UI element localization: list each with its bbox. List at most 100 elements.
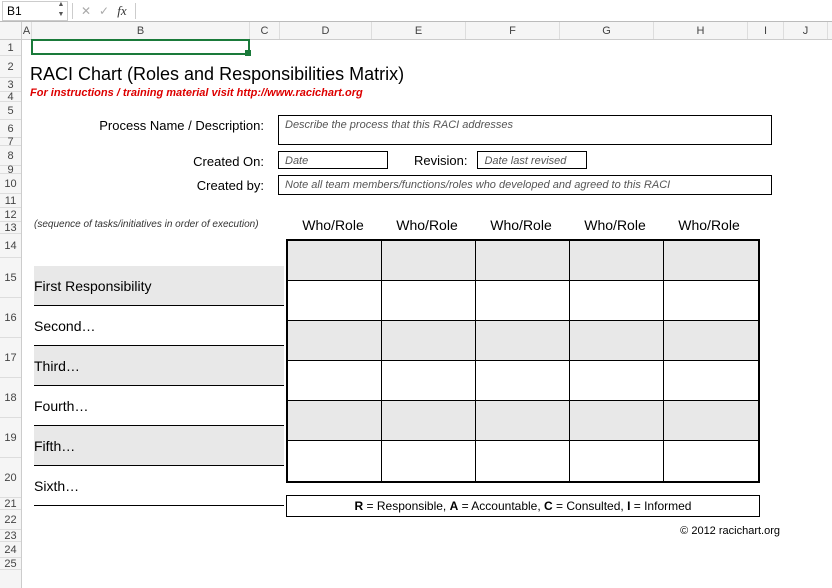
created-by-label: Created by:: [30, 175, 278, 193]
accept-formula-icon[interactable]: ✓: [95, 2, 113, 20]
formula-input[interactable]: [140, 2, 832, 20]
task-label[interactable]: Fourth…: [34, 386, 284, 426]
role-header[interactable]: Who/Role: [286, 211, 380, 239]
raci-legend: R = Responsible, A = Accountable, C = Co…: [286, 495, 760, 517]
raci-cell[interactable]: [476, 441, 570, 481]
instructions-link[interactable]: For instructions / training material vis…: [30, 87, 810, 99]
raci-cell[interactable]: [570, 321, 664, 361]
stepper-down-icon[interactable]: ▼: [55, 11, 67, 21]
created-by-field[interactable]: Note all team members/functions/roles wh…: [278, 175, 772, 195]
row-header[interactable]: 9: [0, 166, 21, 174]
raci-cell[interactable]: [570, 281, 664, 321]
row-headers: 1234567891011121314151617181920212223242…: [0, 22, 22, 588]
revision-field[interactable]: Date last revised: [477, 151, 587, 169]
raci-cell[interactable]: [382, 441, 476, 481]
row-header[interactable]: 11: [0, 194, 21, 208]
cancel-formula-icon[interactable]: ✕: [77, 2, 95, 20]
raci-cell[interactable]: [570, 441, 664, 481]
name-box[interactable]: B1 ▲ ▼: [2, 1, 68, 21]
process-description-field[interactable]: Describe the process that this RACI addr…: [278, 115, 772, 145]
column-header[interactable]: H: [654, 22, 748, 39]
row-header[interactable]: 20: [0, 458, 21, 498]
raci-cell[interactable]: [382, 241, 476, 281]
row-header[interactable]: 25: [0, 558, 21, 570]
raci-cell[interactable]: [382, 321, 476, 361]
task-label[interactable]: Third…: [34, 346, 284, 386]
raci-cell[interactable]: [476, 281, 570, 321]
role-header[interactable]: Who/Role: [662, 211, 756, 239]
fx-icon[interactable]: fx: [113, 2, 131, 20]
row-header[interactable]: 4: [0, 92, 21, 102]
raci-cell[interactable]: [382, 401, 476, 441]
raci-cell[interactable]: [288, 361, 382, 401]
column-header[interactable]: F: [466, 22, 560, 39]
row-header[interactable]: 1: [0, 40, 21, 56]
page-title: RACI Chart (Roles and Responsibilities M…: [30, 64, 810, 85]
revision-label: Revision:: [414, 153, 467, 168]
task-label[interactable]: Sixth…: [34, 466, 284, 506]
fill-handle[interactable]: [245, 50, 251, 56]
select-all-corner[interactable]: [0, 22, 21, 40]
row-header[interactable]: 22: [0, 510, 21, 530]
row-header[interactable]: 17: [0, 338, 21, 378]
task-label[interactable]: First Responsibility: [34, 266, 284, 306]
task-label[interactable]: Second…: [34, 306, 284, 346]
row-header[interactable]: 2: [0, 56, 21, 78]
raci-cell[interactable]: [288, 281, 382, 321]
row-header[interactable]: 14: [0, 234, 21, 258]
column-header[interactable]: I: [748, 22, 784, 39]
column-header[interactable]: A: [22, 22, 32, 39]
stepper-up-icon[interactable]: ▲: [55, 1, 67, 11]
raci-cell[interactable]: [476, 361, 570, 401]
created-on-field[interactable]: Date: [278, 151, 388, 169]
row-header[interactable]: 16: [0, 298, 21, 338]
raci-cell[interactable]: [288, 401, 382, 441]
raci-cell[interactable]: [288, 321, 382, 361]
raci-cell[interactable]: [664, 401, 758, 441]
column-header[interactable]: G: [560, 22, 654, 39]
active-cell-outline: [31, 39, 250, 55]
raci-cell[interactable]: [570, 361, 664, 401]
process-label: Process Name / Description:: [30, 115, 278, 133]
raci-cell[interactable]: [664, 241, 758, 281]
created-on-label: Created On:: [30, 151, 278, 169]
raci-matrix[interactable]: [286, 239, 760, 483]
role-header[interactable]: Who/Role: [380, 211, 474, 239]
row-header[interactable]: 21: [0, 498, 21, 510]
row-header[interactable]: 24: [0, 542, 21, 558]
row-header[interactable]: 19: [0, 418, 21, 458]
row-header[interactable]: 10: [0, 174, 21, 194]
column-header[interactable]: D: [280, 22, 372, 39]
raci-cell[interactable]: [664, 441, 758, 481]
column-header[interactable]: E: [372, 22, 466, 39]
task-label[interactable]: Fifth…: [34, 426, 284, 466]
sequence-note: (sequence of tasks/initiatives in order …: [34, 219, 294, 230]
raci-cell[interactable]: [476, 241, 570, 281]
raci-cell[interactable]: [664, 361, 758, 401]
row-header[interactable]: 23: [0, 530, 21, 542]
row-header[interactable]: 18: [0, 378, 21, 418]
row-header[interactable]: 12: [0, 208, 21, 222]
raci-cell[interactable]: [476, 321, 570, 361]
row-header[interactable]: 5: [0, 102, 21, 120]
role-header[interactable]: Who/Role: [568, 211, 662, 239]
raci-cell[interactable]: [570, 401, 664, 441]
row-header[interactable]: 7: [0, 138, 21, 146]
raci-cell[interactable]: [382, 361, 476, 401]
row-header[interactable]: 13: [0, 222, 21, 234]
raci-cell[interactable]: [288, 441, 382, 481]
formula-bar: B1 ▲ ▼ ✕ ✓ fx: [0, 0, 832, 22]
role-header[interactable]: Who/Role: [474, 211, 568, 239]
raci-cell[interactable]: [382, 281, 476, 321]
row-header[interactable]: 15: [0, 258, 21, 298]
column-header[interactable]: J: [784, 22, 828, 39]
raci-cell[interactable]: [476, 401, 570, 441]
raci-cell[interactable]: [288, 241, 382, 281]
column-header[interactable]: C: [250, 22, 280, 39]
raci-cell[interactable]: [664, 281, 758, 321]
column-header[interactable]: B: [32, 22, 250, 39]
copyright: © 2012 racichart.org: [30, 525, 810, 537]
raci-cell[interactable]: [664, 321, 758, 361]
raci-cell[interactable]: [570, 241, 664, 281]
cell-reference: B1: [3, 4, 55, 18]
